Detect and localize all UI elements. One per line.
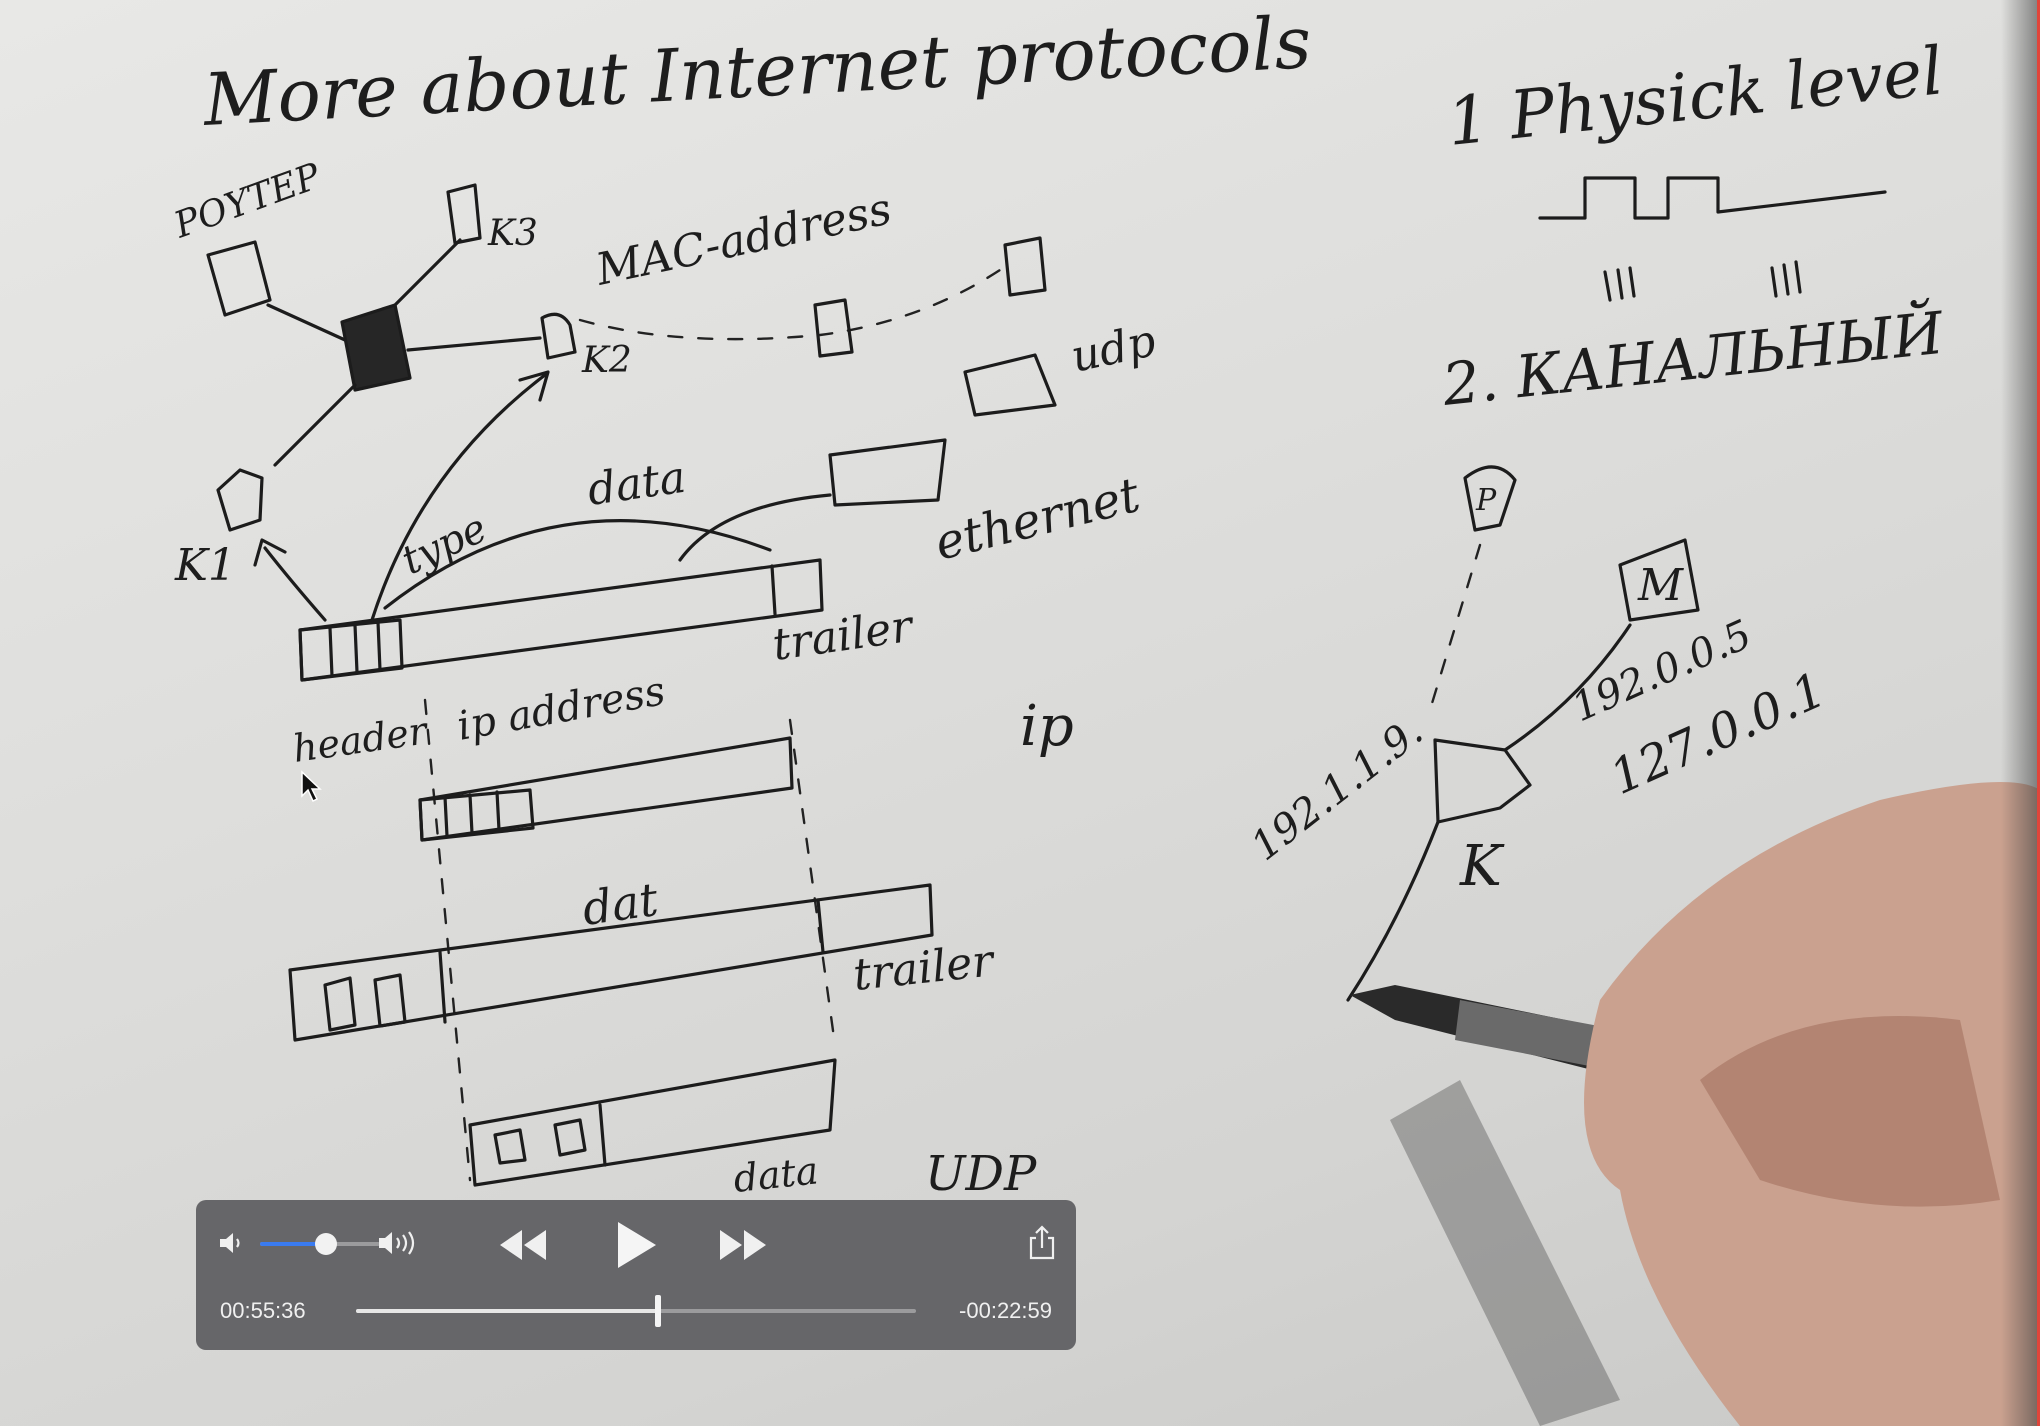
guide-left (423, 698, 472, 1182)
ip-label-1: 192.1.1.9. (1243, 708, 1432, 870)
play-button[interactable] (610, 1218, 660, 1272)
link-k-down (1346, 820, 1440, 1002)
ethernet-label: ethernet (929, 467, 1146, 572)
wave-hatch-1 (1603, 266, 1636, 302)
ethernet-trailer (770, 564, 777, 616)
trailer-top-label: trailer (769, 600, 918, 670)
dat-label: dat (579, 872, 662, 936)
scrubber-handle[interactable] (655, 1295, 662, 1327)
k1-label: K1 (174, 540, 236, 591)
udp-upper-label: udp (1067, 315, 1160, 382)
link-switch-k2 (406, 336, 542, 352)
mac-label: MAC-address (591, 183, 896, 296)
square-wave (1538, 176, 1887, 220)
mouse-cursor-icon (301, 770, 322, 803)
link-router-switch (266, 303, 347, 342)
share-button[interactable] (1026, 1224, 1058, 1262)
type-label: type (395, 505, 494, 584)
volume-slider[interactable] (260, 1233, 380, 1255)
channel-level-label: 2. КАНАЛЬНЫЙ (1438, 297, 1948, 419)
ip-address-label: ip address (454, 668, 669, 750)
node-k-label: K (1459, 834, 1505, 899)
arrow-ethernet-box (678, 493, 832, 562)
fast-forward-button[interactable] (716, 1224, 772, 1266)
wave-hatch-2 (1770, 260, 1802, 298)
remote-node-1 (813, 298, 854, 358)
k2-node (540, 312, 577, 360)
data-top-label: data (584, 452, 688, 516)
frame-edge-shadow (2001, 0, 2037, 1426)
rewind-icon (500, 1230, 546, 1260)
rewind-button[interactable] (494, 1224, 550, 1266)
link-k-p (1428, 543, 1482, 712)
scrubber-fill (356, 1309, 659, 1313)
remote-node-2 (1003, 236, 1047, 297)
router-box (206, 240, 272, 317)
link-switch-k1 (273, 383, 357, 467)
data-bottom-label: data (731, 1148, 820, 1201)
node-p-label: P (1475, 483, 1497, 518)
k2-label: K2 (581, 340, 632, 381)
k1-node (216, 468, 264, 532)
switch-device (340, 303, 412, 392)
header-label: header (290, 708, 432, 771)
scrubber[interactable] (356, 1295, 916, 1327)
volume-knob[interactable] (315, 1233, 337, 1255)
node-k (1433, 738, 1532, 824)
node-m-label: M (1637, 560, 1684, 611)
title-text: More about Internet protocols (199, 0, 1313, 142)
hand-shadow (1390, 1080, 1620, 1426)
udp-box (963, 353, 1057, 417)
speaker-high-icon[interactable] (376, 1226, 424, 1260)
ip-label: ip (1020, 694, 1074, 759)
k3-box (446, 183, 482, 245)
ethernet-small-box (828, 438, 947, 507)
dat-marks (323, 973, 407, 1032)
link-switch-k3 (393, 238, 462, 307)
dat-header (438, 950, 447, 1024)
video-controls: 00:55:36 -00:22:59 (196, 1200, 1076, 1350)
fast-forward-icon (720, 1230, 766, 1260)
udp-lower-label: UDP (925, 1146, 1037, 1202)
arrow-type (370, 370, 550, 622)
remaining-time: -00:22:59 (959, 1298, 1052, 1323)
udp-marks (493, 1118, 587, 1165)
ethernet-header (298, 618, 404, 682)
udp-header (598, 1103, 607, 1167)
share-icon (1029, 1225, 1055, 1260)
router-label: POYTEP (168, 156, 327, 247)
physical-level-label: 1 Physick level (1444, 32, 1947, 161)
elapsed-time: 00:55:36 (220, 1298, 306, 1323)
guide-right (788, 718, 837, 1047)
speaker-low-icon[interactable] (216, 1228, 246, 1258)
dat-trailer (816, 898, 825, 954)
play-icon (618, 1222, 656, 1268)
k3-label: K3 (487, 213, 538, 254)
arrow-to-k1 (253, 538, 327, 622)
ip-packet (418, 736, 794, 842)
